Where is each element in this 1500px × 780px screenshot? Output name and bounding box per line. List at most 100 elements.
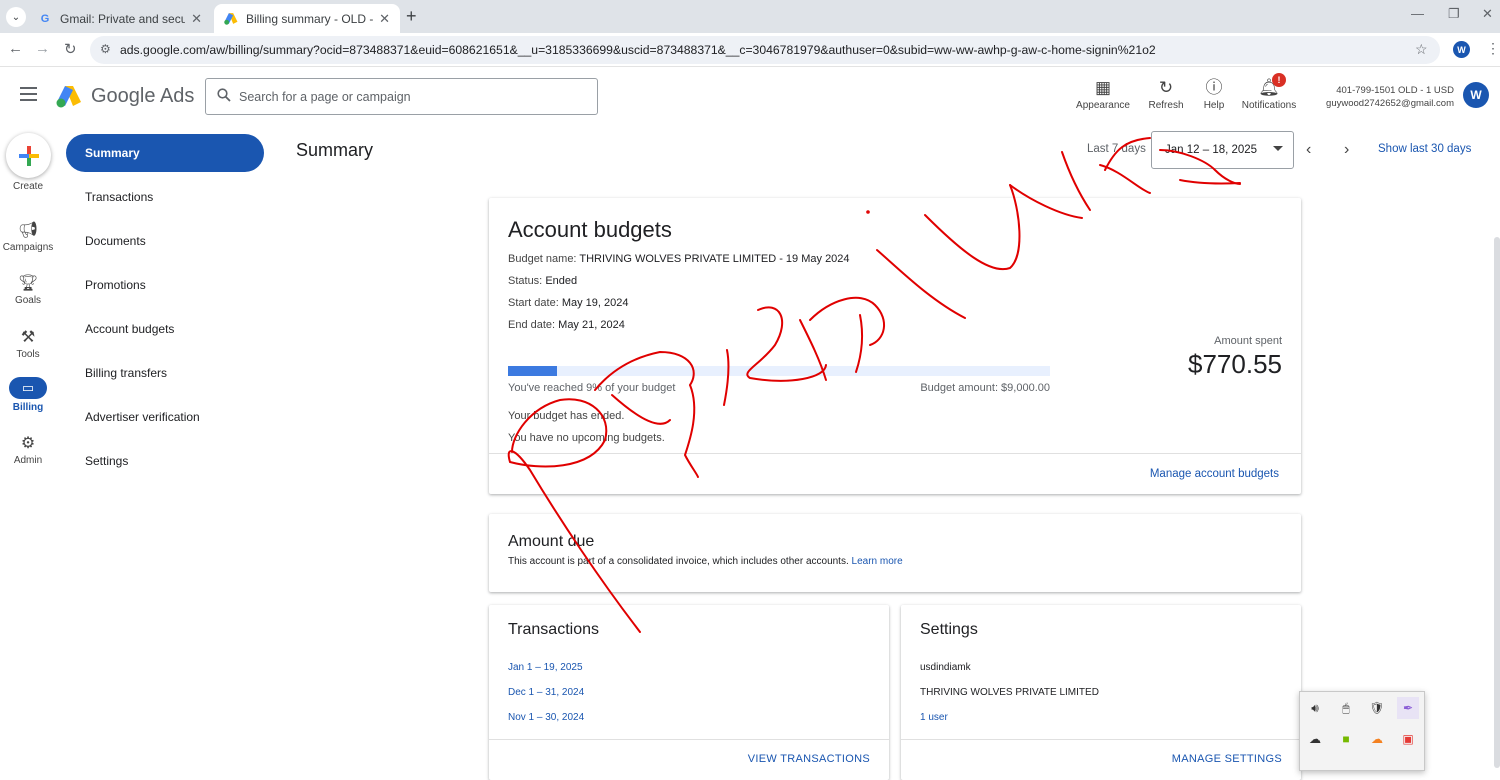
budget-name: THRIVING WOLVES PRIVATE LIMITED - 19 May… [579, 253, 850, 265]
budget-name-row: Budget name: THRIVING WOLVES PRIVATE LIM… [508, 253, 850, 265]
subnav-promotions[interactable]: Promotions [66, 266, 264, 304]
subnav-summary[interactable]: Summary [66, 134, 264, 172]
page-scrollbar[interactable] [1494, 237, 1500, 768]
megaphone-icon: 📢︎ [17, 222, 39, 239]
tab-title: Billing summary - OLD - 1 USD [246, 11, 374, 26]
manage-settings-link[interactable]: MANAGE SETTINGS [1172, 753, 1282, 765]
date-range-picker[interactable]: Jan 12 – 18, 2025 [1151, 131, 1294, 169]
bell-icon: 🔔︎ [1258, 78, 1280, 97]
settings-account-id: usdindiamk [920, 662, 971, 673]
restore-icon[interactable]: ❐ [1448, 6, 1460, 22]
new-tab-icon[interactable]: + [406, 6, 417, 27]
subnav-advertiser-verification[interactable]: Advertiser verification [66, 398, 264, 436]
settings-company-name: THRIVING WOLVES PRIVATE LIMITED [920, 687, 1099, 698]
usb-device-icon[interactable]: 🖱︎ [1335, 697, 1357, 719]
view-transactions-link[interactable]: VIEW TRANSACTIONS [748, 753, 870, 765]
search-input[interactable]: Search for a page or campaign [205, 78, 598, 115]
browser-toolbar: ← → ↻ ⚙ ads.google.com/aw/billing/summar… [0, 33, 1500, 67]
plus-icon [18, 145, 39, 166]
show-last-30-days-link[interactable]: Show last 30 days [1378, 143, 1471, 155]
notification-badge: ! [1272, 73, 1286, 87]
browser-tab-gmail[interactable]: G Gmail: Private and secure email ✕ [28, 4, 212, 33]
browser-profile-avatar[interactable]: W [1453, 41, 1470, 58]
subnav-documents[interactable]: Documents [66, 222, 264, 260]
transaction-period-link[interactable]: Dec 1 – 31, 2024 [508, 687, 584, 698]
google-ads-icon [224, 12, 238, 26]
appearance-icon: ▦ [1094, 78, 1112, 97]
address-bar[interactable]: ⚙ ads.google.com/aw/billing/summary?ocid… [90, 36, 1440, 64]
shield-icon[interactable]: 🛡︎ [1366, 697, 1388, 719]
settings-users-link[interactable]: 1 user [920, 712, 948, 723]
amount-spent-value: $770.55 [1188, 349, 1282, 379]
learn-more-link[interactable]: Learn more [852, 556, 903, 567]
settings-card: Settings usdindiamk THRIVING WOLVES PRIV… [901, 605, 1301, 780]
field-label: Start date: [508, 297, 559, 309]
back-icon[interactable]: ← [8, 40, 23, 57]
cloud-off-icon[interactable]: ☁ [1304, 728, 1326, 750]
rail-label: Billing [12, 402, 44, 413]
account-email: guywood2742652@gmail.com [1326, 98, 1454, 109]
google-ads-logo-icon[interactable] [56, 84, 82, 108]
account-info[interactable]: 401-799-1501 OLD - 1 USD guywood2742652@… [1304, 84, 1454, 110]
bookmark-star-icon[interactable]: ☆ [1415, 41, 1428, 58]
notifications-button[interactable]: 🔔︎ ! Notifications [1234, 73, 1304, 111]
account-budgets-card: Account budgets Budget name: THRIVING WO… [489, 198, 1301, 494]
previous-period-icon[interactable]: ‹ [1306, 141, 1311, 159]
search-icon [217, 88, 231, 102]
browser-tab-billing[interactable]: Billing summary - OLD - 1 USD ✕ [214, 4, 400, 33]
nvidia-icon[interactable]: ■ [1335, 728, 1357, 750]
subnav-settings[interactable]: Settings [66, 442, 264, 480]
tab-search-icon[interactable]: ⌄ [6, 7, 26, 27]
subnav-transactions[interactable]: Transactions [66, 178, 264, 216]
field-label: End date: [508, 319, 556, 331]
subnav-account-budgets[interactable]: Account budgets [66, 310, 264, 348]
close-window-icon[interactable]: ✕ [1482, 6, 1493, 22]
transaction-period-link[interactable]: Nov 1 – 30, 2024 [508, 712, 584, 723]
next-period-icon[interactable]: › [1344, 141, 1349, 159]
minimize-icon[interactable]: — [1411, 6, 1424, 21]
budget-progress-bar [508, 366, 1050, 376]
system-tray-popup: 🔊︎ 🖱︎ 🛡︎ ✒ ☁ ■ ☁ ▣ [1299, 691, 1425, 771]
pen-icon[interactable]: ✒ [1397, 697, 1419, 719]
close-tab-icon[interactable]: ✕ [191, 11, 202, 27]
upcoming-budgets-text: You have no upcoming budgets. [508, 432, 665, 444]
field-label: Budget name: [508, 253, 577, 265]
amount-due-card: Amount due This account is part of a con… [489, 514, 1301, 592]
appearance-button[interactable]: ▦ Appearance [1068, 76, 1138, 111]
close-tab-icon[interactable]: ✕ [379, 11, 390, 27]
rail-item-campaigns[interactable]: 📢︎ Campaigns [0, 220, 56, 253]
create-button[interactable] [6, 133, 51, 178]
forward-icon[interactable]: → [35, 40, 50, 57]
reload-icon[interactable]: ↻ [64, 40, 77, 58]
subnav-billing-transfers[interactable]: Billing transfers [66, 354, 264, 392]
transaction-period-link[interactable]: Jan 1 – 19, 2025 [508, 662, 583, 673]
speaker-icon[interactable]: 🔊︎ [1304, 697, 1326, 719]
rail-item-goals[interactable]: 🏆︎ Goals [0, 273, 56, 306]
rail-item-tools[interactable]: ⚒ Tools [0, 327, 56, 360]
date-range-label: Last 7 days [1087, 143, 1146, 155]
manage-account-budgets-link[interactable]: Manage account budgets [1150, 468, 1279, 480]
budget-amount-text: Budget amount: $9,000.00 [920, 382, 1050, 394]
card-title: Amount due [508, 533, 595, 550]
account-name: 401-799-1501 OLD - 1 USD [1336, 85, 1454, 96]
card-title: Transactions [508, 621, 599, 638]
browser-menu-icon[interactable]: ⋮ [1486, 40, 1500, 57]
budget-progress-fill [508, 366, 557, 376]
record-icon[interactable]: ▣ [1397, 728, 1419, 750]
site-settings-icon[interactable]: ⚙ [100, 42, 111, 56]
credit-card-icon: ▭ [9, 377, 47, 399]
rail-item-billing[interactable]: ▭ Billing [0, 377, 56, 413]
avatar[interactable]: W [1463, 82, 1489, 108]
amount-due-text: This account is part of a consolidated i… [508, 556, 903, 567]
card-title: Settings [920, 621, 978, 638]
browser-tabstrip: ⌄ G Gmail: Private and secure email ✕ Bi… [0, 0, 1500, 33]
rail-label: Campaigns [2, 242, 54, 253]
cloudflare-icon[interactable]: ☁ [1366, 728, 1388, 750]
trophy-icon: 🏆︎ [17, 275, 39, 292]
rail-item-admin[interactable]: ⚙ Admin [0, 433, 56, 466]
main-menu-icon[interactable] [20, 87, 37, 101]
google-g-icon: G [40, 12, 50, 25]
card-divider [901, 739, 1301, 740]
budget-ended-text: Your budget has ended. [508, 410, 625, 422]
consolidated-invoice-text: This account is part of a consolidated i… [508, 556, 849, 567]
